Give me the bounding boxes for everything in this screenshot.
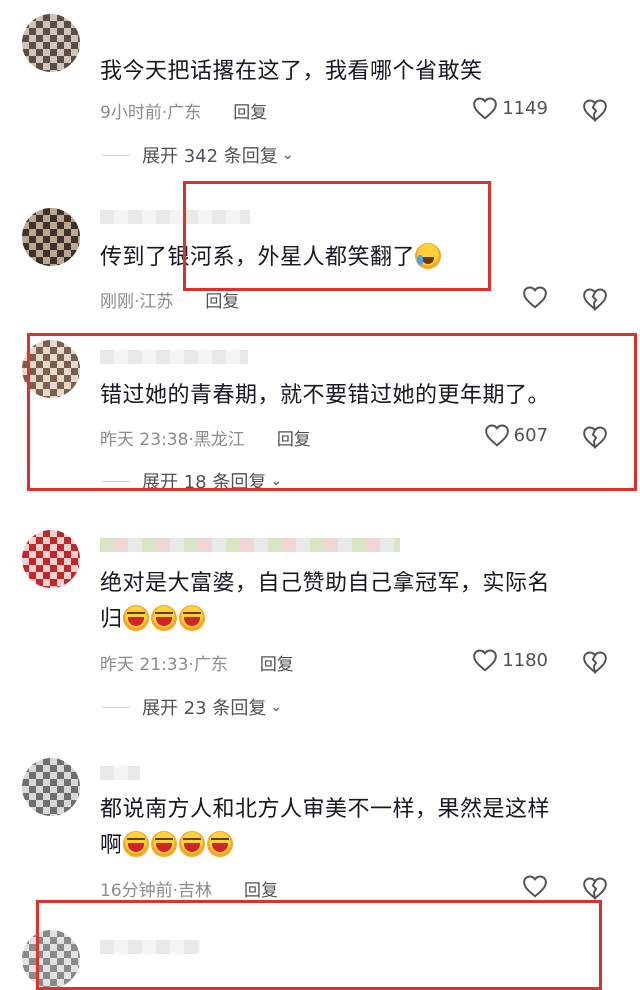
- comment-text: 都说南方人和北方人审美不一样，果然是这样 啊: [100, 792, 620, 864]
- like-button[interactable]: 607: [484, 423, 548, 447]
- comment-location: 广东: [167, 103, 202, 123]
- chevron-down-icon: ⌄: [270, 699, 283, 715]
- broken-heart-icon: [583, 651, 607, 674]
- broken-heart-icon: [583, 877, 607, 900]
- comment-meta: 9小时前·广东 回复: [100, 98, 267, 123]
- comment-text-line: 都说南方人和北方人审美不一样，果然是这样: [100, 797, 551, 822]
- comment-location: 广东: [193, 655, 228, 675]
- comment-time: 昨天 23:38: [100, 430, 189, 450]
- comment-text: 我今天把话撂在这了，我看哪个省敢笑: [100, 59, 483, 84]
- laugh-emoji-icon: [122, 605, 149, 631]
- heart-outline-icon: [523, 286, 547, 309]
- expand-label: 展开 23 条回复: [142, 698, 267, 719]
- expand-replies[interactable]: 展开 342 条回复 ⌄: [102, 142, 294, 168]
- like-count: 1180: [502, 649, 548, 671]
- avatar[interactable]: [22, 208, 80, 266]
- heart-outline-icon: [473, 649, 497, 672]
- reply-button[interactable]: 回复: [233, 103, 267, 123]
- cry-laugh-emoji-icon: [415, 243, 442, 269]
- username[interactable]: [100, 210, 250, 224]
- like-count: 1149: [502, 97, 548, 119]
- like-button[interactable]: [522, 285, 548, 309]
- comment-text-content: 传到了银河系，外星人都笑翻了: [100, 245, 416, 270]
- username[interactable]: [100, 766, 140, 780]
- avatar[interactable]: [22, 14, 80, 72]
- expand-label: 展开 18 条回复: [142, 472, 267, 493]
- avatar[interactable]: [22, 530, 80, 588]
- heart-outline-icon: [484, 424, 509, 447]
- dislike-button[interactable]: [582, 98, 608, 126]
- broken-heart-icon: [583, 288, 607, 311]
- laugh-emoji-icon: [150, 605, 177, 631]
- comment-location: 黑龙江: [193, 430, 245, 450]
- comment-location: 江苏: [139, 292, 174, 312]
- reply-button[interactable]: 回复: [277, 430, 311, 450]
- expand-line: [102, 480, 130, 482]
- username[interactable]: [100, 350, 248, 364]
- broken-heart-icon: [583, 99, 607, 122]
- comment-location: 吉林: [178, 881, 213, 901]
- like-count: 607: [513, 424, 548, 446]
- expand-label: 展开 342 条回复: [142, 146, 278, 167]
- expand-line: [102, 706, 130, 708]
- comment-meta: 昨天 23:38·黑龙江 回复: [100, 425, 311, 450]
- comment-text-line-content: 啊: [100, 833, 123, 858]
- username[interactable]: [100, 538, 400, 552]
- comment-text-line: 啊: [100, 828, 620, 864]
- laugh-emoji-icon: [150, 831, 177, 857]
- expand-replies[interactable]: 展开 18 条回复 ⌄: [102, 468, 282, 494]
- expand-replies[interactable]: 展开 23 条回复 ⌄: [102, 694, 282, 720]
- comment-text-line-content: 归: [100, 607, 123, 632]
- expand-line: [102, 154, 130, 156]
- like-button[interactable]: 1149: [472, 96, 548, 120]
- comment-time: 昨天 21:33: [100, 655, 189, 675]
- comment-meta: 昨天 21:33·广东 回复: [100, 650, 294, 675]
- comment-time: 9小时前: [100, 103, 162, 123]
- dislike-button[interactable]: [582, 876, 608, 904]
- comment-text: 传到了银河系，外星人都笑翻了: [100, 240, 620, 276]
- chevron-down-icon: ⌄: [270, 473, 283, 489]
- comment-time: 16分钟前: [100, 881, 173, 901]
- comment-text: 错过她的青春期，就不要错过她的更年期了。: [100, 383, 551, 408]
- comment-text-line: 绝对是大富婆，自己赞助自己拿冠军，实际名: [100, 571, 551, 596]
- heart-outline-icon: [523, 875, 547, 898]
- dislike-button[interactable]: [582, 287, 608, 315]
- chevron-down-icon: ⌄: [281, 147, 294, 163]
- reply-button[interactable]: 回复: [205, 292, 239, 312]
- heart-outline-icon: [473, 97, 497, 120]
- laugh-emoji-icon: [206, 831, 233, 857]
- comment-text-line: 归: [100, 602, 620, 638]
- reply-button[interactable]: 回复: [260, 655, 294, 675]
- broken-heart-icon: [583, 426, 607, 449]
- dislike-button[interactable]: [582, 425, 608, 453]
- like-button[interactable]: [522, 874, 548, 898]
- username[interactable]: [100, 940, 200, 954]
- laugh-emoji-icon: [178, 605, 205, 631]
- comment-meta: 刚刚·江苏 回复: [100, 287, 239, 312]
- like-button[interactable]: 1180: [472, 648, 548, 672]
- laugh-emoji-icon: [122, 831, 149, 857]
- comment-meta: 16分钟前·吉林 回复: [100, 876, 278, 901]
- avatar[interactable]: [22, 340, 80, 398]
- dislike-button[interactable]: [582, 650, 608, 678]
- avatar[interactable]: [22, 930, 80, 988]
- laugh-emoji-icon: [178, 831, 205, 857]
- avatar[interactable]: [22, 758, 80, 816]
- reply-button[interactable]: 回复: [244, 881, 278, 901]
- comment-text: 绝对是大富婆，自己赞助自己拿冠军，实际名 归: [100, 566, 620, 638]
- comment-time: 刚刚: [100, 292, 134, 312]
